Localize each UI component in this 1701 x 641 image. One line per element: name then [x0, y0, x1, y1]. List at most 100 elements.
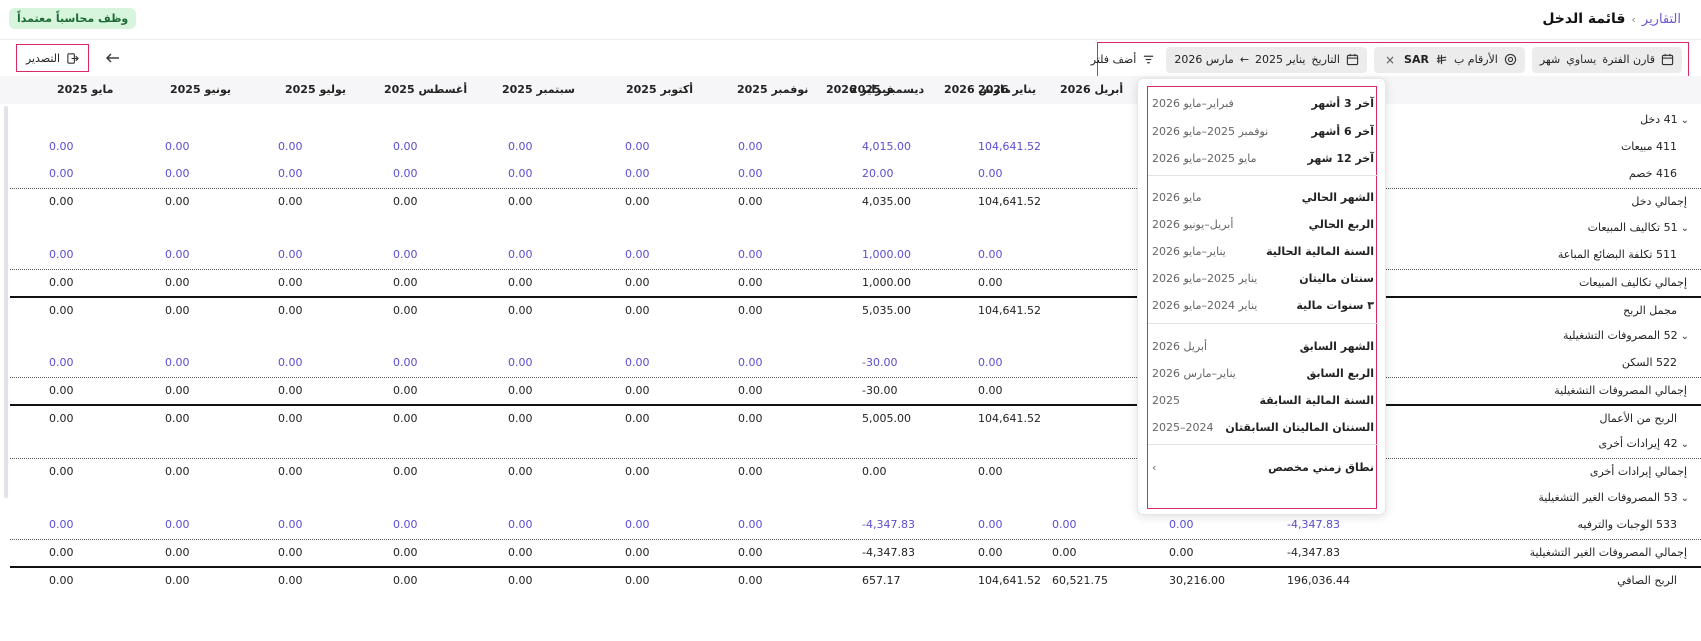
- section-row[interactable]: ⌄52 المصروفات التشغيلية: [10, 323, 1701, 350]
- table-cell[interactable]: 0.00: [625, 248, 650, 261]
- hire-accountant-badge[interactable]: وظف محاسباً معتمداً: [9, 8, 137, 29]
- row-label: الربح من الأعمال: [1600, 412, 1678, 425]
- table-cell[interactable]: 0.00: [165, 518, 190, 531]
- table-cell[interactable]: 0.00: [1052, 518, 1077, 531]
- table-cell[interactable]: 0.00: [1169, 518, 1194, 531]
- table-cell[interactable]: -4,347.83: [862, 518, 915, 531]
- table-cell[interactable]: -30.00: [862, 356, 897, 369]
- table-cell[interactable]: 0.00: [738, 167, 763, 180]
- section-row[interactable]: ⌄53 المصروفات الغير التشغيلية: [10, 485, 1701, 512]
- table-cell[interactable]: 0.00: [508, 140, 533, 153]
- table-cell[interactable]: 20.00: [862, 167, 894, 180]
- column-header: مايو 2025: [57, 83, 114, 96]
- table-cell: 0.00: [278, 304, 303, 317]
- table-cell[interactable]: 0.00: [625, 356, 650, 369]
- section-label: ⌄53 المصروفات الغير التشغيلية: [1538, 491, 1689, 504]
- table-cell[interactable]: 0.00: [278, 248, 303, 261]
- chevron-down-icon[interactable]: ⌄: [1681, 223, 1689, 234]
- table-cell[interactable]: 0.00: [738, 248, 763, 261]
- date-preset-option[interactable]: الربع السابق يناير–مارس 2026: [1148, 360, 1378, 386]
- table-cell[interactable]: 4,015.00: [862, 140, 911, 153]
- chevron-down-icon[interactable]: ⌄: [1681, 493, 1689, 504]
- add-filter-button[interactable]: أضف فلتر: [1087, 53, 1160, 66]
- date-from: يناير 2025: [1255, 53, 1306, 66]
- table-cell[interactable]: -4,347.83: [1287, 518, 1340, 531]
- table-cell[interactable]: 0.00: [393, 356, 418, 369]
- date-range-chip[interactable]: التاريخ يناير 2025 ← مارس 2026: [1166, 46, 1367, 73]
- table-cell[interactable]: 0.00: [625, 167, 650, 180]
- date-preset-option[interactable]: الشهر السابق أبريل 2026: [1148, 333, 1378, 359]
- table-cell[interactable]: 0.00: [508, 248, 533, 261]
- date-preset-option[interactable]: السنتان الماليتان السابقتان 2024–2025: [1148, 414, 1378, 440]
- date-preset-name: سنتان ماليتان: [1299, 271, 1374, 285]
- arrow-left-icon[interactable]: [105, 50, 121, 66]
- table-cell[interactable]: 0.00: [165, 140, 190, 153]
- table-cell[interactable]: 0.00: [49, 248, 74, 261]
- table-cell[interactable]: 0.00: [393, 167, 418, 180]
- table-cell[interactable]: 0.00: [508, 518, 533, 531]
- table-cell: 0.00: [393, 304, 418, 317]
- table-cell[interactable]: 0.00: [978, 356, 1003, 369]
- date-preset-option[interactable]: آخر 12 شهر مايو 2025–مايو 2026: [1148, 145, 1378, 171]
- table-cell[interactable]: 0.00: [49, 167, 74, 180]
- table-cell[interactable]: 0.00: [978, 518, 1003, 531]
- date-preset-option[interactable]: سنتان ماليتان يناير 2025–مايو 2026: [1148, 265, 1378, 291]
- chevron-down-icon[interactable]: ⌄: [1681, 331, 1689, 342]
- column-header: يوليو 2025: [285, 83, 346, 96]
- table-row: إجمالي إيرادات أخرى 0.00 0.00 0.00 0.00 0.00 0…: [10, 458, 1701, 485]
- section-row[interactable]: ⌄42 إيرادات أخرى: [10, 431, 1701, 458]
- date-preset-option[interactable]: السنة المالية السابقة 2025: [1148, 387, 1378, 413]
- table-cell: 0.00: [978, 465, 1003, 478]
- table-cell[interactable]: 0.00: [165, 167, 190, 180]
- table-cell[interactable]: 0.00: [278, 140, 303, 153]
- date-preset-range: يناير 2024–مايو 2026: [1152, 298, 1258, 312]
- column-header: سبتمبر 2025: [502, 83, 575, 96]
- table-cell[interactable]: 0.00: [165, 356, 190, 369]
- add-filter-label: أضف فلتر: [1090, 53, 1137, 66]
- table-cell[interactable]: 0.00: [625, 140, 650, 153]
- section-row[interactable]: ⌄41 دخل: [10, 107, 1701, 134]
- date-preset-option[interactable]: آخر 6 أشهر نوفمبر 2025–مايو 2026: [1148, 118, 1378, 144]
- table-cell[interactable]: 0.00: [978, 248, 1003, 261]
- section-row[interactable]: ⌄51 تكاليف المبيعات: [10, 215, 1701, 242]
- table-cell[interactable]: 0.00: [49, 356, 74, 369]
- table-cell[interactable]: 0.00: [625, 518, 650, 531]
- table-cell[interactable]: 0.00: [508, 167, 533, 180]
- chevron-down-icon[interactable]: ⌄: [1681, 439, 1689, 450]
- table-cell: 0.00: [278, 384, 303, 397]
- date-preset-option[interactable]: آخر 3 أشهر فبراير–مايو 2026: [1148, 90, 1378, 116]
- table-cell[interactable]: 0.00: [738, 518, 763, 531]
- table-cell[interactable]: 0.00: [508, 356, 533, 369]
- date-preset-option[interactable]: نطاق زمني مخصص ›: [1148, 454, 1378, 480]
- table-cell: 0.00: [625, 276, 650, 289]
- table-cell[interactable]: 0.00: [738, 356, 763, 369]
- date-to: مارس 2026: [1174, 53, 1234, 66]
- table-cell[interactable]: 0.00: [278, 356, 303, 369]
- table-cell[interactable]: 0.00: [49, 518, 74, 531]
- chevron-down-icon[interactable]: ⌄: [1681, 115, 1689, 126]
- table-cell[interactable]: 104,641.52: [978, 140, 1041, 153]
- date-preset-option[interactable]: ٣ سنوات مالية يناير 2024–مايو 2026: [1148, 292, 1378, 318]
- compare-period-chip[interactable]: قارن الفترة يساوي شهر: [1531, 46, 1682, 73]
- table-cell[interactable]: 0.00: [738, 140, 763, 153]
- table-cell[interactable]: 0.00: [393, 518, 418, 531]
- date-preset-option[interactable]: الربع الحالي أبريل–يونيو 2026: [1148, 211, 1378, 237]
- table-cell[interactable]: 0.00: [278, 167, 303, 180]
- row-label-text: 411 مبيعات: [1620, 140, 1677, 153]
- table-cell[interactable]: 0.00: [49, 140, 74, 153]
- table-cell[interactable]: 1,000.00: [862, 248, 911, 261]
- row-label-text: 53 المصروفات الغير التشغيلية: [1538, 491, 1678, 504]
- date-preset-option[interactable]: السنة المالية الحالية يناير–مايو 2026: [1148, 238, 1378, 264]
- table-cell[interactable]: 0.00: [278, 518, 303, 531]
- numbers-in-chip[interactable]: الأرقام ب SAR ×: [1373, 46, 1525, 73]
- breadcrumb-reports-link[interactable]: التقارير: [1642, 12, 1681, 27]
- table-cell[interactable]: 0.00: [978, 167, 1003, 180]
- export-button[interactable]: التصدير: [16, 44, 89, 72]
- table-cell[interactable]: 0.00: [393, 140, 418, 153]
- table-cell: 0.00: [738, 465, 763, 478]
- vertical-scrollbar[interactable]: [4, 106, 8, 498]
- date-preset-option[interactable]: الشهر الحالي مايو 2026: [1148, 184, 1378, 210]
- remove-filter-icon[interactable]: ×: [1382, 53, 1398, 67]
- table-cell[interactable]: 0.00: [165, 248, 190, 261]
- table-cell[interactable]: 0.00: [393, 248, 418, 261]
